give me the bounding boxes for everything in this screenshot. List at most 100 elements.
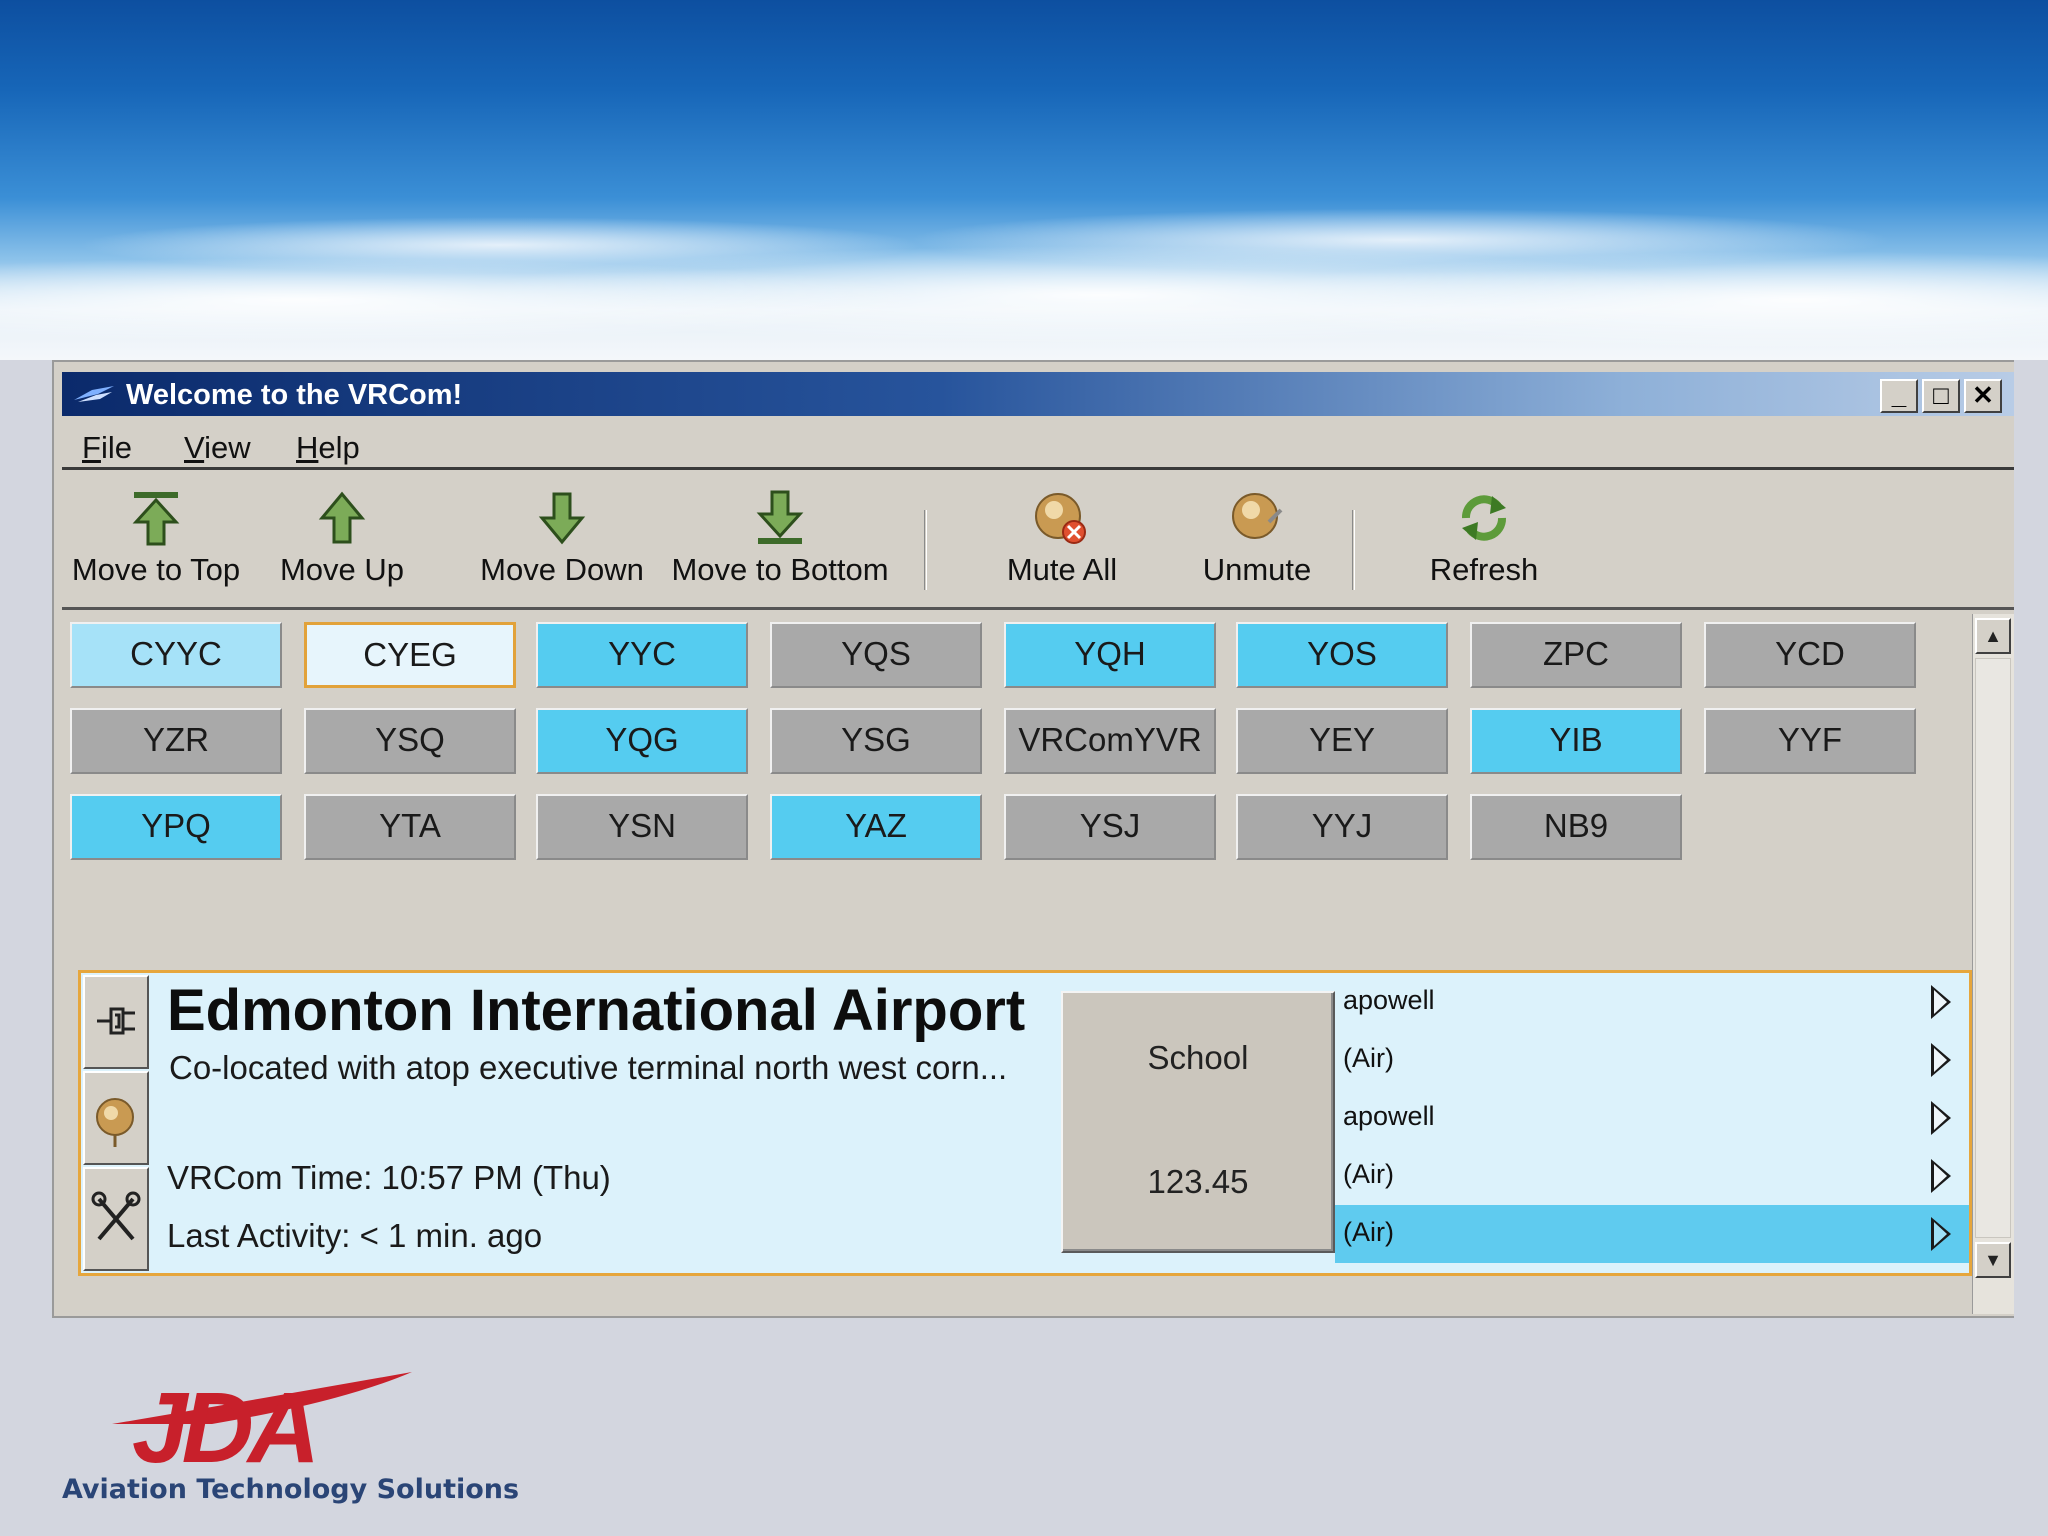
vertical-scrollbar[interactable]: ▲ ▼ (1972, 614, 2014, 1314)
menu-help-label: elp (318, 430, 360, 465)
user-row[interactable]: apowell (1335, 1089, 1969, 1147)
channel-button[interactable]: VRComYVR (1004, 708, 1216, 774)
channel-button[interactable]: YPQ (70, 794, 282, 860)
move-to-top-icon (132, 492, 180, 546)
menu-view-label: iew (204, 430, 251, 465)
expand-arrow-icon[interactable] (1931, 985, 1951, 1019)
channel-button-selected[interactable]: CYEG (304, 622, 516, 688)
user-name: apowell (1343, 985, 1435, 1015)
settings-button[interactable] (83, 1167, 149, 1271)
move-to-bottom-icon (756, 490, 804, 544)
move-up-icon (318, 491, 366, 544)
window-title: Welcome to the VRCom! (126, 379, 463, 411)
refresh-icon (1462, 495, 1506, 541)
refresh-button[interactable]: Refresh (1394, 474, 1574, 604)
channel-button[interactable]: YSJ (1004, 794, 1216, 860)
channel-button[interactable]: YQG (536, 708, 748, 774)
move-to-top-button[interactable]: Move to Top (66, 474, 246, 604)
channel-button[interactable]: YQS (770, 622, 982, 688)
title-bar[interactable]: Welcome to the VRCom! _ □ ✕ (62, 372, 2014, 416)
app-icon (74, 386, 114, 402)
channel-button[interactable]: YYJ (1236, 794, 1448, 860)
scroll-up-button[interactable]: ▲ (1975, 618, 2011, 654)
move-down-icon (538, 492, 586, 545)
disconnect-button[interactable] (83, 975, 149, 1069)
move-to-bottom-button[interactable]: Move to Bottom (660, 474, 900, 604)
channel-description: Co-located with atop executive terminal … (169, 1049, 1008, 1086)
menu-view[interactable]: View (184, 430, 251, 466)
channel-button[interactable]: YYC (536, 622, 748, 688)
channel-button[interactable]: YSQ (304, 708, 516, 774)
channel-button[interactable]: YTA (304, 794, 516, 860)
vrcom-time: VRCom Time: 10:57 PM (Thu) (167, 1159, 611, 1196)
expand-arrow-icon[interactable] (1931, 1217, 1951, 1251)
frequency-value: 123.45 (1147, 1163, 1249, 1200)
move-down-label: Move Down (480, 552, 644, 587)
menu-file-label: ile (100, 430, 132, 465)
menu-bar: File View Help (62, 420, 2014, 470)
channel-button[interactable]: ZPC (1470, 622, 1682, 688)
unmute-button[interactable]: Unmute (1162, 474, 1352, 604)
channel-button[interactable]: CYYC (70, 622, 282, 688)
channel-button[interactable]: YSN (536, 794, 748, 860)
channel-title: Edmonton International Airport (167, 978, 1026, 1043)
channel-button[interactable]: NB9 (1470, 794, 1682, 860)
expand-arrow-icon[interactable] (1931, 1043, 1951, 1077)
toolbar: Move to Top Move Up Move Down Move to Bo… (62, 474, 2014, 610)
menu-help[interactable]: Help (296, 430, 360, 466)
vrcom-window: Welcome to the VRCom! _ □ ✕ File View He… (52, 360, 2014, 1318)
channel-button[interactable]: YZR (70, 708, 282, 774)
minimize-button[interactable]: _ (1880, 379, 1918, 413)
company-tagline: Aviation Technology Solutions (62, 1474, 520, 1505)
unmute-icon (1232, 493, 1283, 539)
menu-view-accesskey: V (184, 430, 205, 465)
user-name: apowell (1343, 1101, 1435, 1131)
mute-all-label: Mute All (1006, 552, 1118, 587)
jda-logo: JDA (112, 1372, 412, 1472)
menu-file-accesskey: F (82, 430, 101, 465)
mute-all-button[interactable]: Mute All (962, 474, 1162, 604)
speaker-icon (96, 1098, 134, 1147)
user-row[interactable]: apowell (1335, 973, 1969, 1031)
scroll-track[interactable] (1975, 658, 2011, 1238)
svg-text:JDA: JDA (132, 1372, 314, 1472)
last-activity: Last Activity: < 1 min. ago (167, 1217, 543, 1254)
channel-button[interactable]: YIB (1470, 708, 1682, 774)
move-up-button[interactable]: Move Up (262, 474, 422, 604)
close-button[interactable]: ✕ (1964, 379, 2002, 413)
toolbar-separator-2 (1352, 510, 1355, 590)
channel-info-panel: Edmonton International Airport Co-locate… (78, 970, 1972, 1276)
user-name: (Air) (1343, 1043, 1394, 1073)
scroll-down-button[interactable]: ▼ (1975, 1242, 2011, 1278)
frequency-box[interactable]: School 123.45 (1061, 991, 1335, 1253)
user-name: (Air) (1343, 1217, 1394, 1247)
menu-help-accesskey: H (296, 430, 319, 465)
mute-all-icon (1035, 493, 1086, 544)
expand-arrow-icon[interactable] (1931, 1159, 1951, 1193)
maximize-button[interactable]: □ (1922, 379, 1960, 413)
channel-button[interactable]: YYF (1704, 708, 1916, 774)
user-row[interactable]: (Air) (1335, 1147, 1969, 1205)
user-row[interactable]: (Air) (1335, 1031, 1969, 1089)
channel-grid: CYYC CYEG YYC YQS YQH YOS ZPC YCD YZR YS… (62, 614, 1972, 1314)
unmute-label: Unmute (1202, 552, 1312, 587)
channel-button[interactable]: YQH (1004, 622, 1216, 688)
channel-button[interactable]: YSG (770, 708, 982, 774)
move-down-button[interactable]: Move Down (472, 474, 652, 604)
toolbar-separator (924, 510, 927, 590)
volume-button[interactable] (83, 1071, 149, 1165)
frequency-name: School (1147, 1039, 1249, 1076)
move-to-bottom-label: Move to Bottom (671, 552, 889, 587)
channel-button[interactable]: YOS (1236, 622, 1448, 688)
user-row-highlighted[interactable]: (Air) (1335, 1205, 1969, 1263)
expand-arrow-icon[interactable] (1931, 1101, 1951, 1135)
channel-button[interactable]: YEY (1236, 708, 1448, 774)
sky-banner (0, 0, 2048, 360)
menu-file[interactable]: File (82, 430, 132, 466)
user-name: (Air) (1343, 1159, 1394, 1189)
channel-button[interactable]: YCD (1704, 622, 1916, 688)
plug-icon (97, 1007, 135, 1035)
move-to-top-label: Move to Top (71, 552, 241, 587)
channel-button[interactable]: YAZ (770, 794, 982, 860)
tools-icon (91, 1191, 141, 1241)
